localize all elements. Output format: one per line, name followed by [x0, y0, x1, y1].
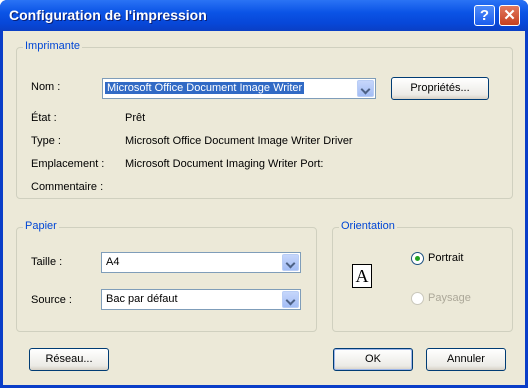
printer-comment-label: Commentaire : [31, 181, 104, 193]
paper-source-value: Bac par défaut [106, 293, 178, 305]
paper-source-select[interactable]: Bac par défaut [101, 289, 301, 310]
printer-location-label: Emplacement : [31, 158, 105, 170]
window-title: Configuration de l'impression [9, 7, 207, 23]
landscape-label[interactable]: Paysage [428, 292, 471, 304]
paper-size-label: Taille : [31, 256, 63, 268]
printer-group-legend: Imprimante [23, 40, 83, 52]
printer-group: Imprimante [16, 40, 513, 199]
printer-name-label: Nom : [31, 81, 61, 93]
network-button[interactable]: Réseau... [29, 348, 109, 371]
paper-size-select[interactable]: A4 [101, 252, 301, 273]
close-button[interactable]: ✕ [499, 5, 520, 26]
portrait-page-icon: A [352, 264, 372, 288]
chevron-down-icon[interactable] [282, 254, 299, 271]
printer-type-label: Type : [31, 135, 61, 147]
orientation-group-legend: Orientation [339, 220, 397, 232]
title-bar[interactable]: Configuration de l'impression ? ✕ [0, 0, 528, 31]
cancel-button[interactable]: Annuler [426, 348, 506, 371]
portrait-label[interactable]: Portrait [428, 252, 463, 264]
printer-location-value: Microsoft Document Imaging Writer Port: [125, 158, 324, 170]
paper-size-value: A4 [106, 256, 120, 268]
chevron-down-icon[interactable] [282, 291, 299, 308]
ok-button[interactable]: OK [333, 348, 413, 371]
printer-name-select[interactable]: Microsoft Office Document Image Writer [102, 78, 376, 99]
chevron-down-icon[interactable] [357, 80, 374, 97]
paper-source-label: Source : [31, 294, 72, 306]
printer-status-label: État : [31, 112, 57, 124]
printer-type-value: Microsoft Office Document Image Writer D… [125, 135, 353, 147]
print-setup-dialog: Configuration de l'impression ? ✕ Imprim… [0, 0, 528, 388]
printer-name-value: Microsoft Office Document Image Writer [105, 82, 305, 94]
paper-group: Papier [16, 220, 317, 332]
properties-button[interactable]: Propriétés... [391, 77, 489, 100]
paper-group-legend: Papier [23, 220, 59, 232]
dialog-body: Imprimante Nom : Microsoft Office Docume… [3, 31, 525, 385]
printer-status-value: Prêt [125, 112, 146, 124]
portrait-radio[interactable] [411, 252, 424, 265]
help-button[interactable]: ? [474, 5, 495, 26]
landscape-radio[interactable] [411, 292, 424, 305]
